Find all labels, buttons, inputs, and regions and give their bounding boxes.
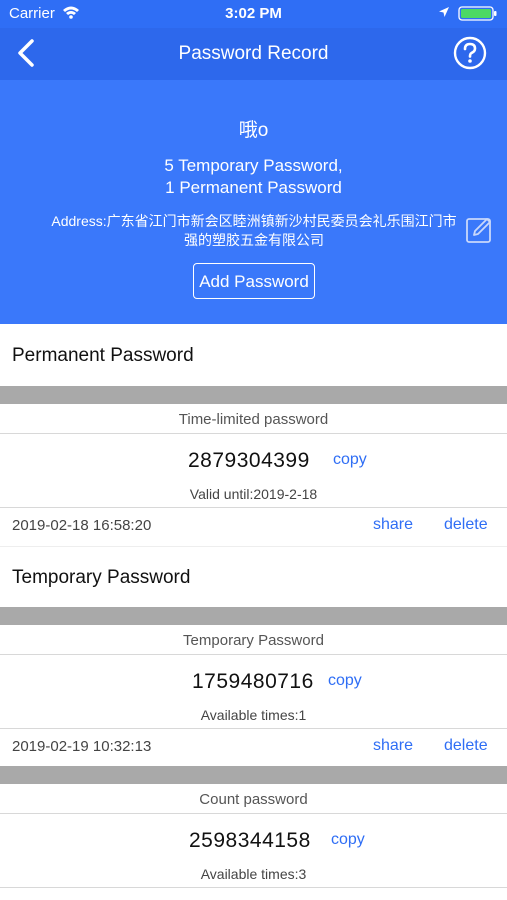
record-type-label: Time-limited password [178, 411, 329, 428]
record-date: 2019-02-19 10:32:13 [12, 738, 152, 755]
copy-button[interactable]: copy [328, 672, 362, 690]
delete-button[interactable]: delete [444, 737, 488, 755]
status-bar: Carrier 3:02 PM [0, 0, 507, 28]
divider [0, 433, 507, 434]
permanent-password-count: 1 Permanent Password [165, 178, 342, 197]
copy-button[interactable]: copy [331, 831, 365, 849]
divider [0, 887, 507, 888]
copy-button[interactable]: copy [333, 451, 367, 469]
divider [0, 507, 507, 508]
divider [0, 654, 507, 655]
clock: 3:02 PM [225, 5, 282, 22]
header-area: Carrier 3:02 PM Password Record 哦o 5 Tem… [0, 0, 507, 324]
divider [0, 728, 507, 729]
battery-icon [458, 6, 497, 21]
temporary-section-title: Temporary Password [12, 567, 191, 588]
section-divider [0, 386, 507, 404]
validity-text: Valid until:2019-2-18 [189, 486, 318, 502]
usage-text: Available times:1 [200, 707, 307, 723]
permanent-section-title: Permanent Password [12, 345, 194, 366]
temporary-password-count: 5 Temporary Password, [164, 156, 343, 175]
help-question-icon[interactable] [453, 36, 487, 70]
section-divider [0, 607, 507, 625]
password-value: 2879304399 [188, 449, 310, 472]
share-button[interactable]: share [373, 737, 413, 755]
section-divider [0, 766, 507, 784]
lock-name: 哦o [238, 120, 269, 141]
add-password-button[interactable]: Add Password [193, 263, 315, 299]
divider [0, 813, 507, 814]
usage-text: Available times:3 [200, 866, 307, 882]
lock-address: Address:广东省江门市新会区睦洲镇新沙村民委员会礼乐围江门市强的塑胶五金有… [51, 213, 457, 248]
password-value: 2598344158 [189, 829, 311, 852]
delete-button[interactable]: delete [444, 516, 488, 534]
navigation-bar: Password Record [0, 28, 507, 80]
password-value: 1759480716 [192, 670, 314, 693]
record-type-label: Count password [199, 791, 308, 808]
record-date: 2019-02-18 16:58:20 [12, 517, 152, 534]
divider [0, 546, 507, 547]
page-title: Password Record [178, 43, 329, 64]
edit-icon[interactable] [465, 215, 494, 244]
share-button[interactable]: share [373, 516, 413, 534]
location-arrow-icon [439, 7, 449, 17]
record-type-label: Temporary Password [183, 632, 324, 649]
